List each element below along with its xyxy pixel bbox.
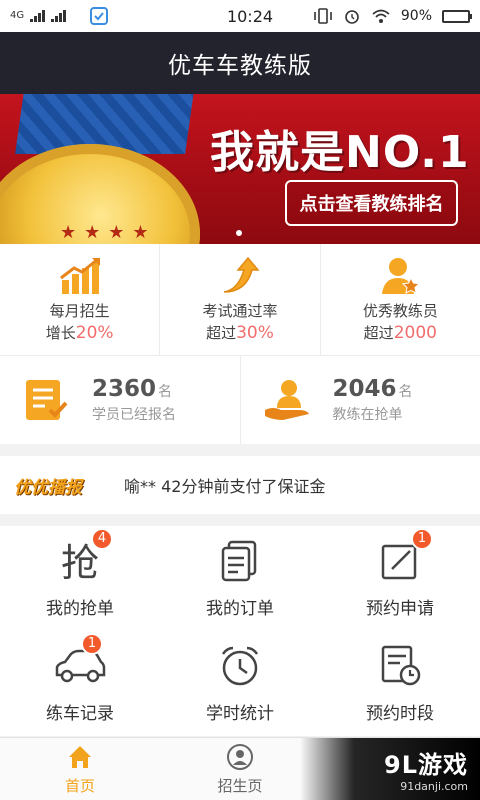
counter-unit: 名 (158, 384, 173, 400)
stat-label: 每月招生 (49, 302, 110, 320)
counter-text: 2046 名 教练在抢单 (333, 376, 413, 424)
menu-label: 我的订单 (206, 598, 274, 619)
menu-hours-stats[interactable]: 学时统计 (160, 626, 320, 736)
signal-2-icon (51, 10, 67, 22)
nav-home[interactable]: 首页 (0, 738, 160, 800)
vibrate-icon (314, 8, 332, 24)
stat-value: 2000 (393, 323, 437, 343)
growth-chart-icon (59, 257, 100, 294)
stat-enrollment: 每月招生 增长20% (0, 244, 161, 355)
carousel-indicator[interactable] (236, 230, 242, 236)
schedule-icon (377, 643, 423, 689)
stat-prefix: 超过 (363, 324, 394, 342)
menu-my-orders[interactable]: 我的订单 (160, 526, 320, 626)
status-bar: 4G 10:24 90% (0, 0, 480, 32)
menu-appointment-requests[interactable]: 1 预约申请 (320, 526, 480, 626)
feature-grid: 抢 4 我的抢单 我的订单 1 预约申请 1 练车记录 学时统计 预约时段 (0, 526, 480, 736)
counter-coaches: 2046 名 教练在抢单 (241, 356, 480, 444)
menu-label: 我的抢单 (46, 598, 114, 619)
counter-text: 2360 名 学员已经报名 (92, 376, 176, 424)
alarm-clock-icon (217, 643, 263, 689)
site-watermark: 9L游戏 91danji.com (300, 738, 480, 800)
notification-badge: 1 (411, 527, 433, 550)
view-ranking-button[interactable]: 点击查看教练排名 (285, 180, 458, 226)
watermark-url: 91danji.com (400, 780, 468, 793)
stat-label: 考试通过率 (202, 302, 278, 320)
menu-label: 学时统计 (206, 703, 274, 724)
stat-value: 30% (236, 323, 274, 343)
counter-unit: 名 (398, 384, 413, 400)
menu-booking-slots[interactable]: 预约时段 (320, 626, 480, 736)
menu-label: 预约时段 (366, 703, 434, 724)
page-title: 优车车教练版 (168, 53, 312, 79)
notification-badge: 1 (81, 632, 103, 655)
signal-icon (30, 10, 46, 22)
person-icon (227, 743, 253, 770)
stat-pass-rate: 考试通过率 超过30% (160, 244, 321, 355)
signup-form-icon (26, 380, 68, 420)
promo-banner[interactable]: ★★★★ 我就是NO.1 点击查看教练排名 (0, 94, 480, 244)
appointment-request-icon: 1 (377, 527, 433, 584)
hand-person-icon (264, 380, 309, 420)
network-label: 4G (10, 10, 25, 21)
counters-row: 2360 名 学员已经报名 2046 名 教练在抢单 (0, 356, 480, 444)
battery-icon (442, 9, 472, 23)
upward-arrow-icon (223, 256, 260, 293)
app-header: 优车车教练版 (0, 32, 480, 94)
star-coach-icon (382, 258, 421, 294)
security-app-icon (90, 7, 109, 25)
banner-headline: 我就是NO.1 (210, 127, 470, 178)
broadcast-logo: 优优播报 (14, 477, 82, 498)
counter-number: 2360 (92, 376, 157, 402)
stat-value-line: 增长20% (46, 322, 114, 344)
wifi-icon (372, 9, 390, 23)
stat-coaches: 优秀教练员 超过2000 (321, 244, 480, 355)
clock: 10:24 (226, 6, 274, 26)
menu-practice-records[interactable]: 1 练车记录 (0, 626, 160, 736)
counter-desc: 教练在抢单 (332, 407, 403, 423)
counter-number: 2046 (332, 376, 397, 402)
watermark-brand: 9L游戏 (384, 751, 468, 779)
nav-label: 招生页 (217, 776, 263, 795)
notification-badge: 4 (91, 527, 113, 550)
menu-label: 预约申请 (366, 598, 434, 619)
status-left: 4G (10, 7, 190, 25)
news-ticker[interactable]: 优优播报 喻** 42分钟前支付了保证金 (0, 456, 480, 514)
orders-icon (217, 538, 263, 584)
stat-value-line: 超过30% (206, 322, 274, 344)
grab-order-icon: 抢 4 (57, 527, 113, 585)
broadcast-message[interactable]: 喻** 42分钟前支付了保证金 (124, 473, 325, 497)
stat-prefix: 增长 (45, 324, 76, 342)
battery-percent: 90% (400, 8, 432, 24)
svg-text:抢: 抢 (61, 541, 99, 584)
stars-icon: ★★★★ (60, 222, 157, 243)
nav-enrollment[interactable]: 招生页 (160, 738, 320, 800)
stat-value: 20% (75, 323, 114, 343)
home-icon (69, 745, 91, 768)
menu-label: 练车记录 (46, 703, 114, 724)
alarm-icon (345, 10, 359, 24)
counter-students: 2360 名 学员已经报名 (0, 356, 241, 444)
car-icon: 1 (53, 632, 107, 689)
stat-value-line: 超过2000 (364, 322, 437, 344)
stat-label: 优秀教练员 (362, 302, 438, 320)
stats-row: 每月招生 增长20% 考试通过率 超过30% 优秀教练员 超过2000 (0, 244, 480, 356)
menu-my-grab-orders[interactable]: 抢 4 我的抢单 (0, 526, 160, 626)
stat-prefix: 超过 (206, 324, 237, 342)
status-right: 90% (310, 7, 472, 25)
nav-label: 首页 (64, 776, 95, 795)
counter-desc: 学员已经报名 (92, 407, 176, 423)
